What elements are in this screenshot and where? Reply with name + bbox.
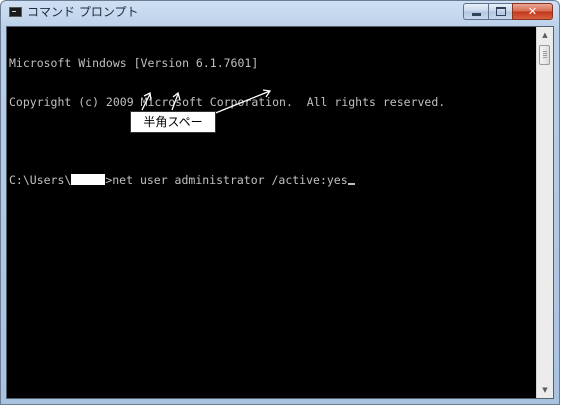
console-command-line: C:\Users\ >net user administrator /active…: [9, 174, 537, 187]
prompt-prefix: C:\Users\: [9, 173, 72, 187]
minimize-icon: [471, 13, 481, 16]
console-line-version: Microsoft Windows [Version 6.1.7601]: [9, 56, 259, 70]
text-cursor: [347, 183, 355, 185]
window-title: コマンド プロンプト: [27, 5, 139, 19]
console-area[interactable]: Microsoft Windows [Version 6.1.7601] Cop…: [6, 26, 554, 399]
close-button[interactable]: ✕: [512, 3, 553, 20]
console-line-copyright: Copyright (c) 2009 Microsoft Corporation…: [9, 95, 446, 109]
close-icon: ✕: [527, 5, 538, 18]
maximize-icon: [495, 7, 506, 16]
title-bar[interactable]: コマンド プロンプト ✕: [1, 1, 559, 23]
scroll-thumb[interactable]: [539, 45, 550, 65]
maximize-button[interactable]: [488, 3, 512, 20]
typed-command: net user administrator /active:yes: [112, 173, 348, 187]
masked-username: [71, 174, 106, 185]
command-prompt-window: コマンド プロンプト ✕ Microsoft Windows [Version …: [0, 0, 560, 405]
scroll-up-icon[interactable]: ▲: [537, 27, 553, 43]
minimize-button[interactable]: [463, 3, 488, 20]
console-output: Microsoft Windows [Version 6.1.7601] Cop…: [9, 31, 537, 213]
annotation-label: 半角スペー: [130, 111, 216, 133]
console-icon[interactable]: [9, 7, 22, 17]
scroll-down-icon[interactable]: ▼: [537, 382, 553, 398]
vertical-scrollbar[interactable]: ▲ ▼: [536, 27, 553, 398]
caption-buttons: ✕: [463, 3, 553, 20]
